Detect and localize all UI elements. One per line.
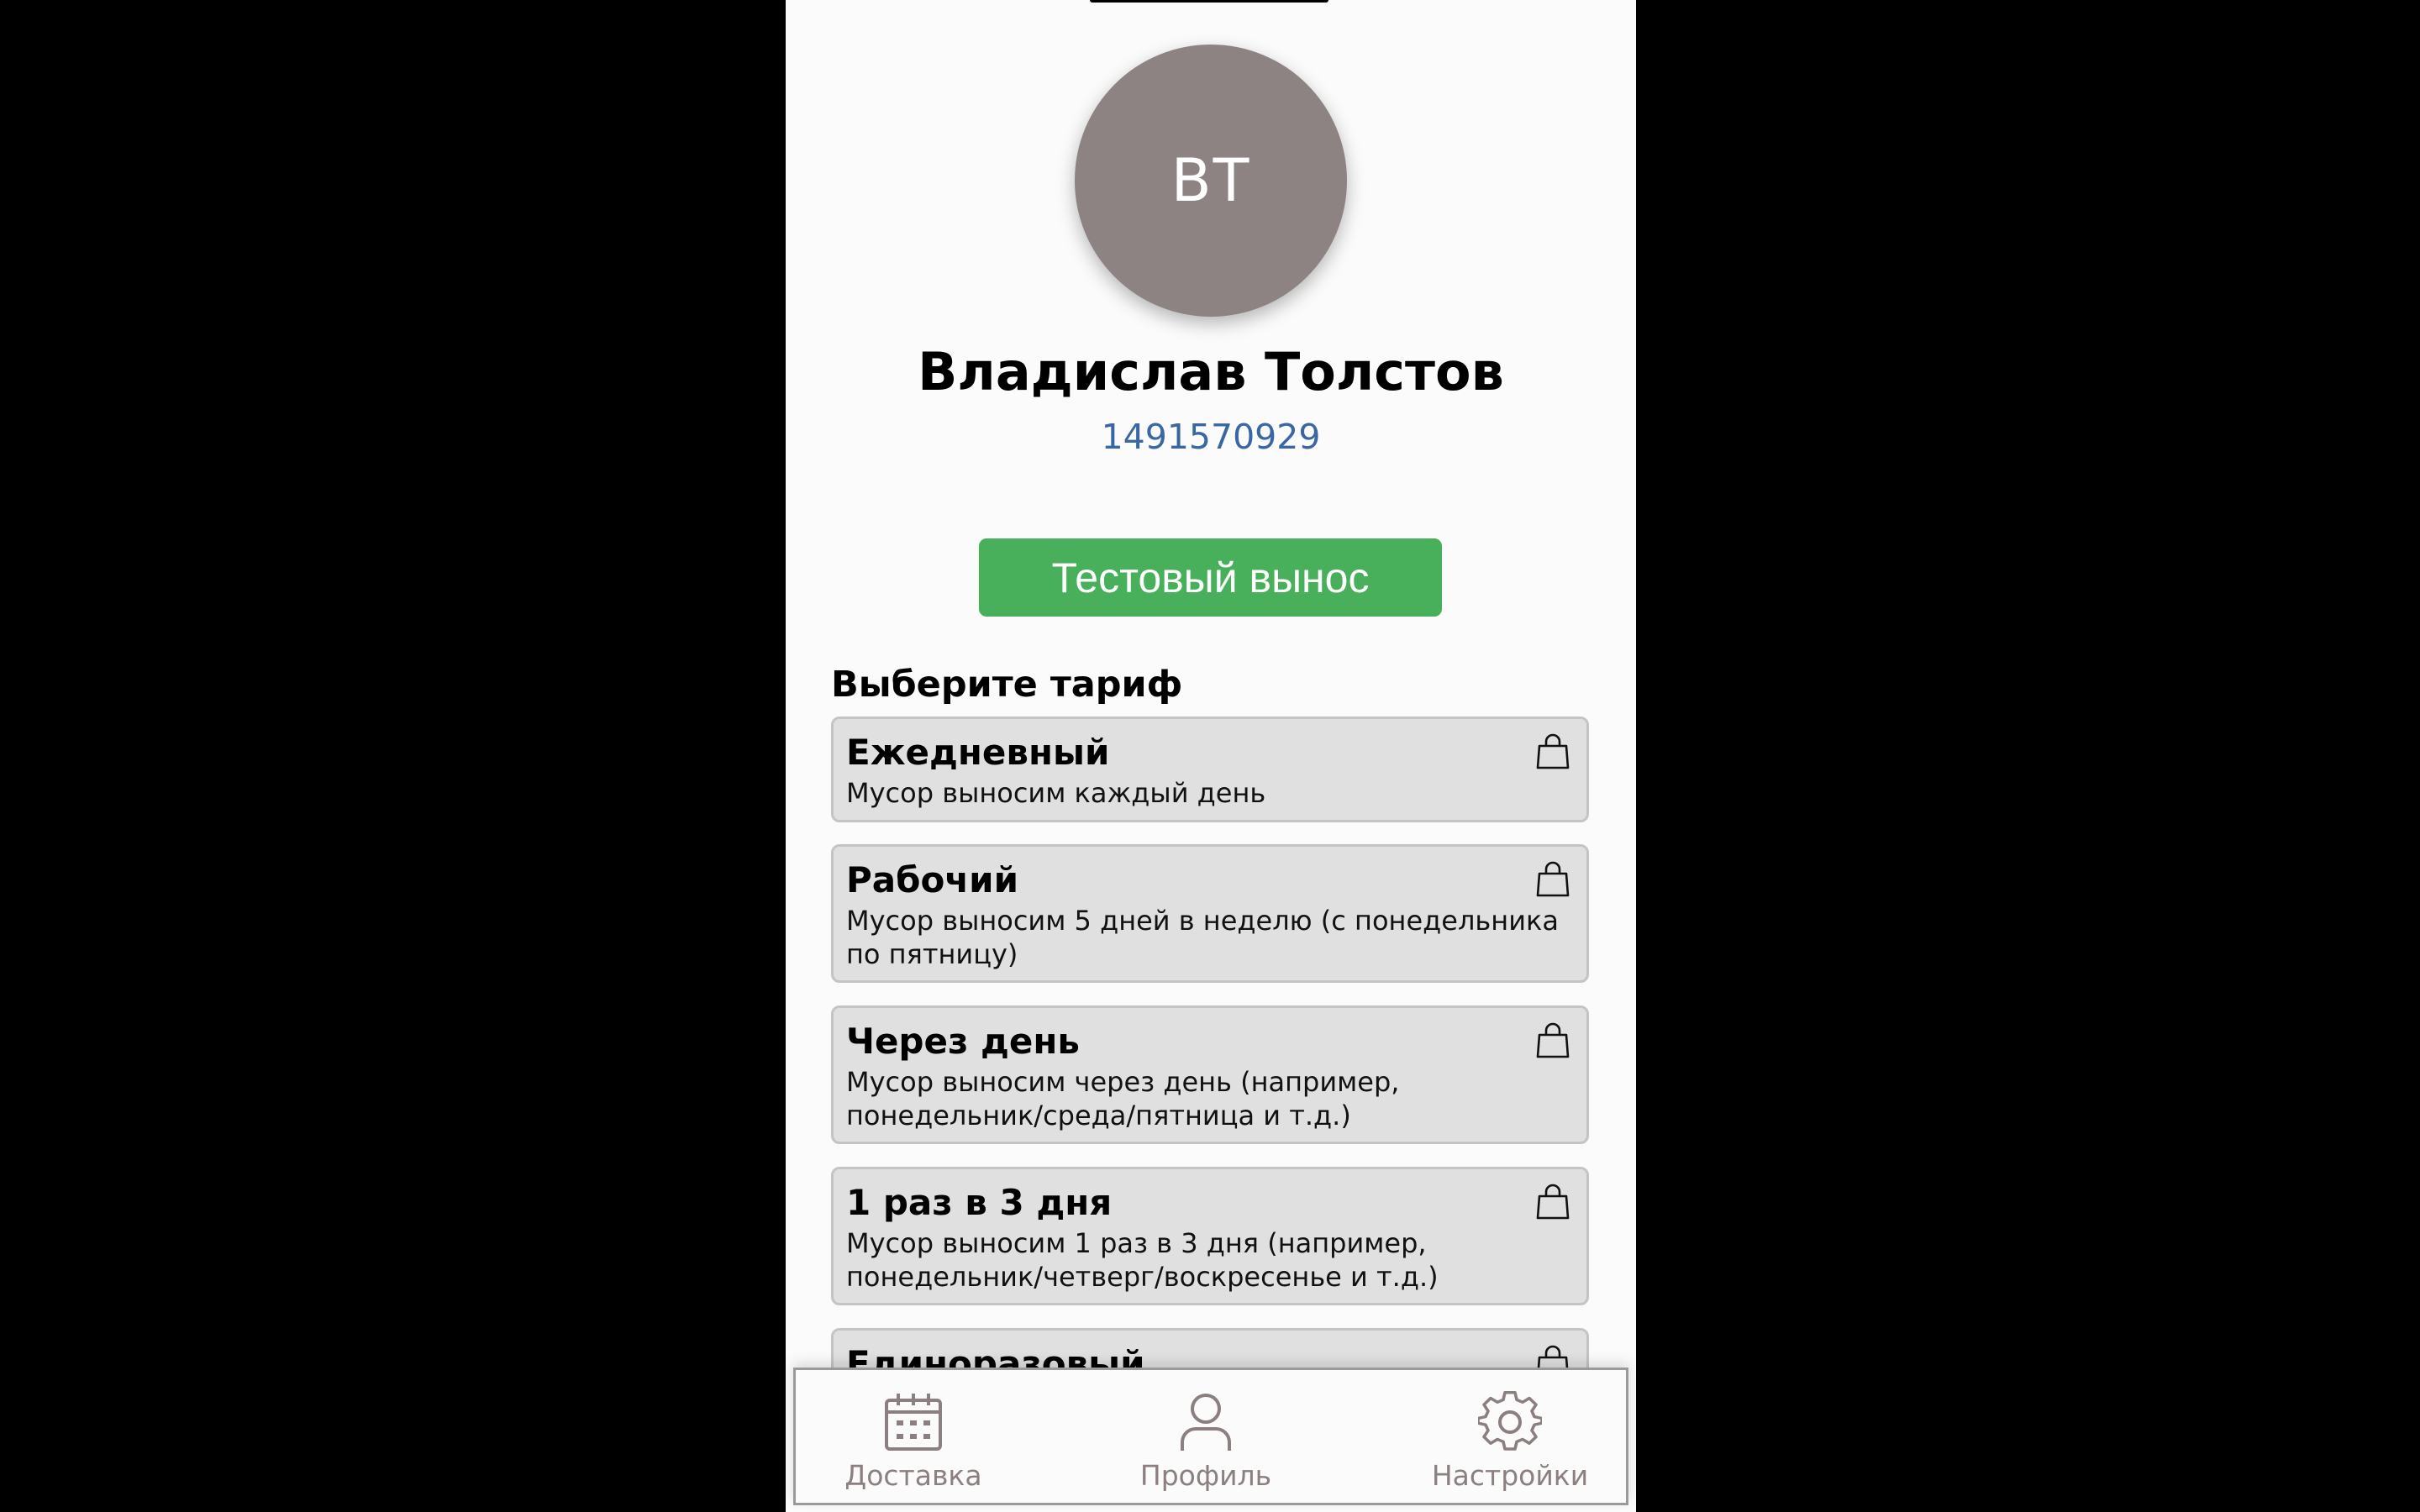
shopping-bag-icon[interactable] <box>1534 1183 1571 1221</box>
user-name: Владислав Толстов <box>918 341 1504 402</box>
tariff-title: Рабочий <box>846 859 1018 900</box>
tariff-description: Мусор выносим 1 раз в 3 дня (например, п… <box>846 1227 1439 1293</box>
user-icon <box>1181 1394 1231 1451</box>
tariff-section-title: Выберите тариф <box>831 664 1183 706</box>
tariff-card-workdays[interactable]: Рабочий Мусор выносим 5 дней в неделю (с… <box>831 844 1589 983</box>
device-notch <box>1090 0 1328 3</box>
gear-icon <box>1478 1391 1542 1451</box>
bottom-navigation: Доставка Профиль Настройки <box>793 1368 1628 1505</box>
avatar-initials: ВТ <box>1171 146 1251 215</box>
tariff-card-every-other-day[interactable]: Через день Мусор выносим через день (нап… <box>831 1005 1589 1144</box>
avatar[interactable]: ВТ <box>1075 45 1347 317</box>
nav-item-delivery[interactable]: Доставка <box>829 1370 997 1503</box>
shopping-bag-icon[interactable] <box>1534 860 1571 899</box>
nav-item-profile[interactable]: Профиль <box>1122 1370 1290 1503</box>
user-id[interactable]: 1491570929 <box>786 413 1636 460</box>
tariff-title: Ежедневный <box>846 732 1110 773</box>
nav-item-settings[interactable]: Настройки <box>1418 1370 1602 1503</box>
tariff-title: Через день <box>846 1021 1080 1062</box>
tariff-card-every-3-days[interactable]: 1 раз в 3 дня Мусор выносим 1 раз в 3 дн… <box>831 1167 1589 1305</box>
nav-label: Доставка <box>844 1459 982 1492</box>
phone-screen: ВТ Владислав Толстов 1491570929 Тестовый… <box>786 0 1636 1512</box>
tariff-card-daily[interactable]: Ежедневный Мусор выносим каждый день <box>831 717 1589 822</box>
shopping-bag-icon[interactable] <box>1534 732 1571 771</box>
tariff-description: Мусор выносим через день (например, поне… <box>846 1066 1400 1131</box>
tariff-title: 1 раз в 3 дня <box>846 1182 1113 1223</box>
shopping-bag-icon[interactable] <box>1534 1021 1571 1060</box>
nav-label: Настройки <box>1431 1459 1589 1492</box>
tariff-description: Мусор выносим каждый день <box>846 777 1266 809</box>
test-pickup-button[interactable]: Тестовый вынос <box>979 538 1442 617</box>
calendar-icon <box>885 1394 942 1451</box>
tariff-description: Мусор выносим 5 дней в неделю (с понедел… <box>846 905 1559 970</box>
nav-label: Профиль <box>1139 1459 1272 1492</box>
